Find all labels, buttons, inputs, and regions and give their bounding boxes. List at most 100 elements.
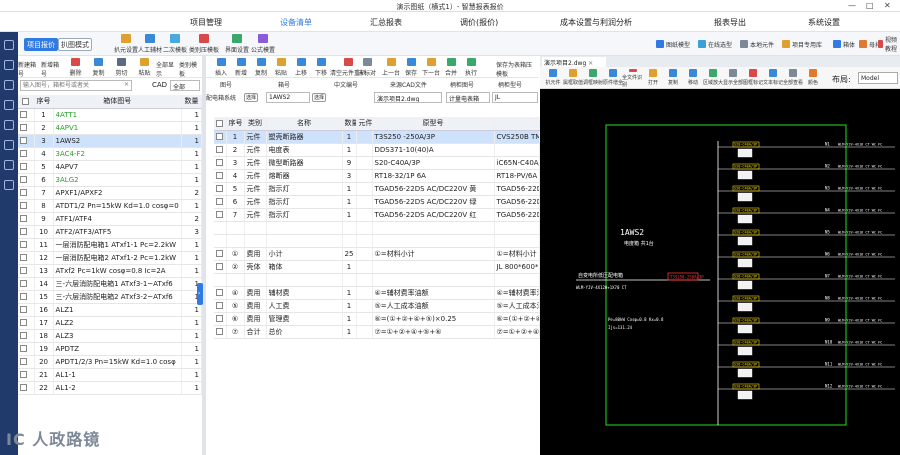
row-checkbox[interactable] (18, 368, 35, 382)
detail-tool-4[interactable]: 粘贴 (270, 58, 292, 77)
cad-tool-11[interactable]: 图框标记 (742, 69, 764, 88)
cad-tool-2[interactable]: 属框取值 (562, 69, 584, 88)
row-checkbox[interactable] (214, 143, 227, 157)
cad-tool-3[interactable]: 调框映射 (582, 69, 604, 88)
cad-tool-6[interactable]: 打开 (642, 69, 664, 88)
table-row[interactable]: 11 一层消防配电箱1 ATxf1-1 Pc=2.2kW 1 (18, 238, 203, 252)
home-icon[interactable] (4, 40, 14, 50)
row-checkbox[interactable] (214, 234, 227, 248)
show-all-button[interactable]: 全部显示 (156, 58, 179, 78)
cabinet-button[interactable]: 箱体 (833, 38, 855, 50)
document-icon[interactable] (4, 80, 14, 90)
row-checkbox[interactable] (18, 199, 35, 213)
table-row[interactable]: 13 ATxf2 Pc=1kW cosφ=0.8 Ic=2A 1 (18, 264, 203, 278)
row-checkbox[interactable] (214, 312, 227, 326)
row-checkbox[interactable] (214, 286, 227, 300)
gear-icon[interactable] (4, 160, 14, 170)
detail-tool-9[interactable]: 上一台 (380, 58, 402, 77)
row-checkbox[interactable] (18, 212, 35, 226)
close-button[interactable]: ✕ (884, 1, 891, 10)
clear-icon[interactable]: ✕ (124, 81, 129, 88)
table-row[interactable]: 2 元件 电度表 1 DDS371-10(40)A (214, 143, 540, 157)
row-checkbox[interactable] (18, 342, 35, 356)
nav-project-management[interactable]: 项目管理 (178, 15, 222, 29)
cad-canvas[interactable]: 1AWS2 电度箱 共1台 自变电所低压配电箱 WLM-YJV-4X120+1X70 … (540, 89, 900, 455)
cad-file-field[interactable]: 演示项目2.dwg (374, 92, 442, 103)
table-row[interactable]: ⑦合计总价1 ⑦=①+②+④+⑤+⑥⑦=①+②+④+⑤ (214, 325, 540, 339)
row-checkbox[interactable] (18, 147, 35, 161)
online-select-button[interactable]: 在线选型 (698, 38, 732, 50)
table-row[interactable]: 3 1AWS2 1 (18, 134, 203, 148)
nav-cost-profit[interactable]: 成本设置与利润分析 (548, 15, 632, 29)
detail-tool-11[interactable]: 下一台 (420, 58, 442, 77)
add-box-button[interactable]: 新增箱号 (41, 58, 64, 78)
cad-tool-1[interactable]: 扒元件 (542, 69, 564, 88)
header-checkbox[interactable] (214, 117, 227, 131)
detail-tool-13[interactable]: 执行 (460, 58, 482, 77)
table-row[interactable]: 21 AL1-1 1 (18, 368, 203, 382)
project-library-button[interactable]: 项目专用库 (782, 38, 822, 50)
table-row[interactable]: ④ 费用 辅材费 1 ④=辅材费率油额 ④=辅材费率油 (214, 286, 540, 300)
row-checkbox[interactable] (214, 169, 227, 183)
category-template-button[interactable]: 类别模板 (179, 58, 202, 78)
cad-tab[interactable]: 演示项目2.dwg ✕ (542, 57, 606, 67)
row-checkbox[interactable] (18, 225, 35, 239)
cad-tool-12[interactable]: 文本标记 (762, 69, 784, 88)
meter-field[interactable]: 计量电表箱 (446, 92, 490, 103)
row-checkbox[interactable] (214, 299, 227, 313)
table-row[interactable]: 16 ALZ1 1 (18, 303, 203, 317)
row-checkbox[interactable] (18, 173, 35, 187)
cad-tool-5[interactable]: 全文件识别 (622, 69, 644, 88)
model-field[interactable]: JL (492, 92, 538, 103)
row-checkbox[interactable] (18, 277, 35, 291)
row-checkbox[interactable] (214, 260, 227, 274)
table-row[interactable]: 14三-六层消防配电箱1 ATxf3-1~ATxf61 (18, 277, 203, 291)
row-checkbox[interactable] (18, 303, 35, 317)
table-row[interactable]: 8 ATDT1/2 Pn=15kW Kd=1.0 cosφ=0 1 (18, 199, 203, 213)
row-checkbox[interactable] (214, 247, 227, 261)
ribbon-btn-2[interactable]: 人工辅材 (136, 34, 164, 55)
table-row[interactable]: 17 ALZ2 1 (18, 316, 203, 330)
detail-tool-14[interactable]: 保存为表箱压模板 (496, 58, 532, 78)
row-checkbox[interactable] (18, 186, 35, 200)
nav-price-adjust[interactable]: 调价(报价) (448, 15, 498, 29)
detail-tool-6[interactable]: 下移 (310, 58, 332, 77)
row-checkbox[interactable] (214, 208, 227, 222)
tools-icon[interactable] (4, 100, 14, 110)
detail-tool-10[interactable]: 保存 (400, 58, 422, 77)
cad-tool-7[interactable]: 复制 (662, 69, 684, 88)
list-icon[interactable] (4, 60, 14, 70)
nav-report-export[interactable]: 报表导出 (702, 15, 746, 29)
detail-tool-12[interactable]: 合并 (440, 58, 462, 77)
paste-button[interactable]: 粘贴 (133, 58, 156, 77)
row-checkbox[interactable] (18, 290, 35, 304)
video-tutorial-button[interactable]: 视频教程 (878, 37, 900, 53)
table-row[interactable]: 7 APXF1/APXF2 2 (18, 186, 203, 200)
row-checkbox[interactable] (214, 221, 227, 235)
detail-tool-5[interactable]: 上移 (290, 58, 312, 77)
table-row[interactable]: 19 APDTZ 1 (18, 342, 203, 356)
table-row[interactable]: 15三-六层消防配电箱2 ATxf3-2~ATxf61 (18, 290, 203, 304)
ribbon-btn-5[interactable]: 界面设置 (223, 34, 251, 55)
local-component-button[interactable]: 本地元件 (740, 38, 774, 50)
table-row[interactable]: 22 AL1-2 1 (18, 381, 203, 395)
nav-equipment-list[interactable]: 设备清单 (268, 15, 312, 29)
table-row[interactable]: 1 元件 塑壳断路器 1 T3S250 -250A/3P CVS250B TMI (214, 130, 540, 144)
ribbon-btn-3[interactable]: 二次模板 (161, 34, 189, 55)
detail-tool-8[interactable]: 未标对 (356, 58, 378, 77)
table-row[interactable] (214, 221, 540, 235)
new-box-button[interactable]: 新建箱号 (18, 58, 41, 78)
row-checkbox[interactable] (214, 273, 227, 287)
mode-quote-button[interactable]: 项目报价 (24, 38, 58, 51)
table-row[interactable]: 18 ALZ3 1 (18, 329, 203, 343)
table-row[interactable]: 6 3ALG2 1 (18, 173, 203, 187)
book-icon[interactable] (4, 140, 14, 150)
cad-tool-4[interactable]: 原件增全 (602, 69, 624, 88)
table-row[interactable]: 2 4APV1 1 (18, 121, 203, 135)
table-row[interactable]: 20 APDT1/2/3 Pn=15kW Kd=1.0 cosφ 1 (18, 355, 203, 369)
row-checkbox[interactable] (214, 156, 227, 170)
box-code-field[interactable]: 1AWS2 (266, 92, 310, 103)
row-checkbox[interactable] (214, 182, 227, 196)
maximize-button[interactable]: □ (866, 1, 874, 10)
table-row[interactable]: 5 4APV7 1 (18, 160, 203, 174)
